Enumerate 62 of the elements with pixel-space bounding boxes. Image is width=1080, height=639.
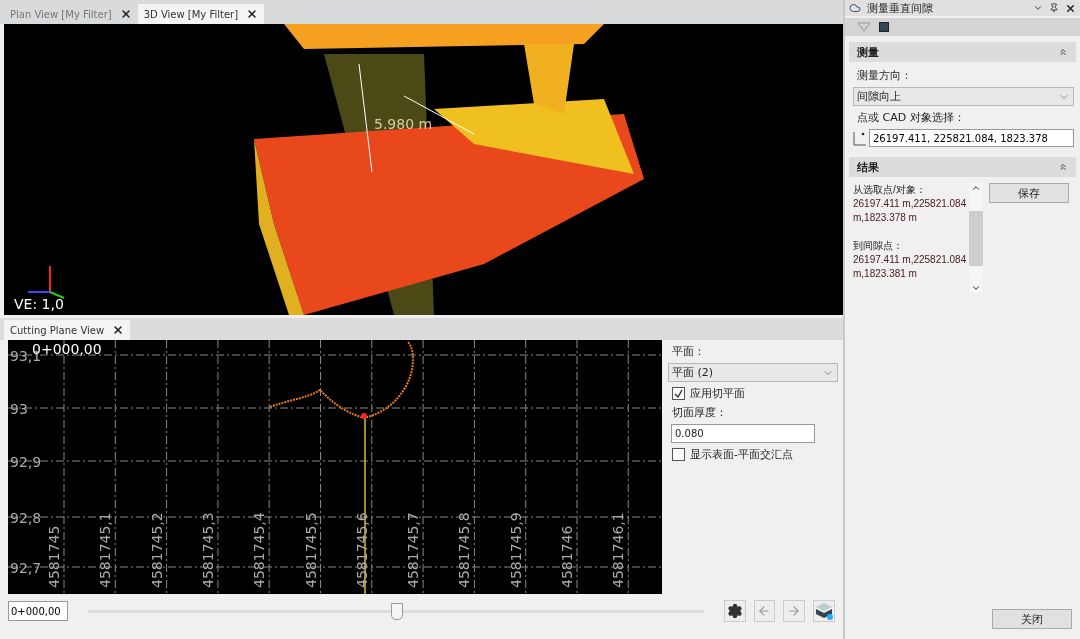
- panel-title: 测量垂直间隙: [867, 0, 934, 16]
- pick-label: 点或 CAD 对象选择：: [856, 110, 966, 125]
- apply-plane-checkbox[interactable]: 应用切平面: [668, 386, 838, 401]
- pin-icon[interactable]: [1049, 3, 1059, 13]
- cloud-icon: [849, 2, 861, 14]
- settings-button[interactable]: [723, 600, 746, 622]
- axis-label: 4581745,7: [405, 512, 422, 588]
- vertical-exaggeration-label: VE: 1,0: [14, 296, 64, 312]
- show-points-checkbox[interactable]: 显示表面-平面交汇点: [668, 447, 838, 462]
- direction-select[interactable]: 间隙向上: [853, 87, 1074, 106]
- result-label: 到间隙点：: [853, 239, 904, 253]
- close-icon[interactable]: [246, 8, 259, 20]
- axis-label: 4581746: [559, 525, 575, 588]
- save-button[interactable]: 保存: [989, 183, 1069, 203]
- axis-label: 4581745,9: [507, 512, 524, 588]
- coordinate-field[interactable]: 26197.411, 225821.084, 1823.378: [869, 129, 1074, 147]
- axis-label: 92,8: [10, 510, 42, 526]
- axis-label: 4581745,5: [302, 512, 319, 588]
- plane-label: 平面：: [671, 344, 706, 359]
- axis-label: 92,9: [10, 454, 42, 470]
- check-icon: [674, 389, 683, 398]
- arrow-right-icon: [787, 604, 802, 618]
- axis-label: 4581745,4: [251, 512, 268, 588]
- scrollbar[interactable]: [969, 183, 983, 293]
- chevron-up-icon[interactable]: [971, 183, 981, 193]
- layers-button[interactable]: [813, 600, 835, 622]
- close-button[interactable]: 关闭: [992, 609, 1072, 629]
- station-field[interactable]: 0+000,00: [8, 601, 68, 621]
- arrow-left-icon: [757, 604, 772, 618]
- axis-label: 4581745: [46, 525, 62, 588]
- close-icon[interactable]: [119, 8, 132, 20]
- view-tab[interactable]: 3D View [My Filter]: [137, 4, 265, 24]
- direction-label: 测量方向：: [856, 68, 913, 83]
- thickness-label: 切面厚度：: [671, 405, 728, 420]
- thickness-field[interactable]: 0.080: [671, 424, 815, 443]
- collapse-icon: [1058, 47, 1068, 57]
- measurement-label: 5.980 m: [374, 116, 433, 132]
- view-tab[interactable]: Cutting Plane View: [4, 320, 131, 340]
- plane-select[interactable]: 平面 (2): [668, 363, 838, 382]
- axis-label: 92,7: [10, 560, 42, 576]
- close-icon[interactable]: [1065, 2, 1076, 14]
- axis-label: 4581745,3: [199, 512, 216, 588]
- layers-icon: [815, 602, 834, 620]
- axis-label: 4581745,6: [353, 512, 370, 588]
- chevron-down-icon[interactable]: [971, 283, 981, 293]
- axis-label: 4581745,2: [148, 512, 165, 588]
- slider-thumb[interactable]: [390, 602, 403, 620]
- axis-label: 93: [10, 401, 28, 417]
- axis-label: 4581746,1: [610, 512, 627, 588]
- result-label: 从选取点/对象：: [853, 183, 927, 197]
- close-icon[interactable]: [112, 324, 125, 336]
- axis-label: 4581745,8: [456, 512, 473, 588]
- axis-label: 4581745,1: [97, 512, 114, 588]
- result-value: 26197.411 m,225821.084 m,1823.381 m: [853, 253, 968, 281]
- dropdown-icon[interactable]: [1033, 3, 1043, 13]
- collapse-icon: [1058, 162, 1068, 172]
- settings-icon: [726, 603, 743, 619]
- result-value: 26197.411 m,225821.084 m,1823.378 m: [853, 197, 968, 225]
- section-header[interactable]: 测量: [849, 42, 1076, 62]
- clearance-point: [361, 413, 367, 419]
- pick-icon[interactable]: [853, 130, 867, 146]
- section-header[interactable]: 结果: [849, 157, 1076, 177]
